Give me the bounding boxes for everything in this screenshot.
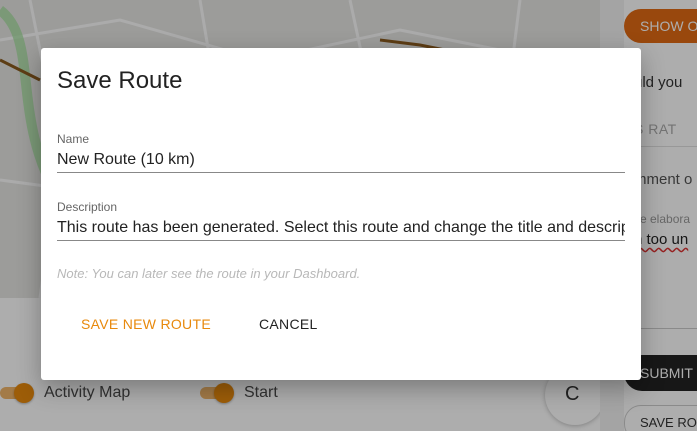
dialog-title: Save Route xyxy=(57,67,183,94)
description-label: Description xyxy=(57,200,118,214)
dashboard-note: Note: You can later see the route in you… xyxy=(57,266,361,281)
name-input[interactable] xyxy=(57,148,625,173)
description-input[interactable] xyxy=(57,216,625,241)
name-label: Name xyxy=(57,132,90,146)
cancel-button[interactable]: CANCEL xyxy=(259,316,318,332)
save-route-dialog: Save Route Name Description Note: You ca… xyxy=(41,48,641,380)
save-new-route-button[interactable]: SAVE NEW ROUTE xyxy=(81,316,211,332)
